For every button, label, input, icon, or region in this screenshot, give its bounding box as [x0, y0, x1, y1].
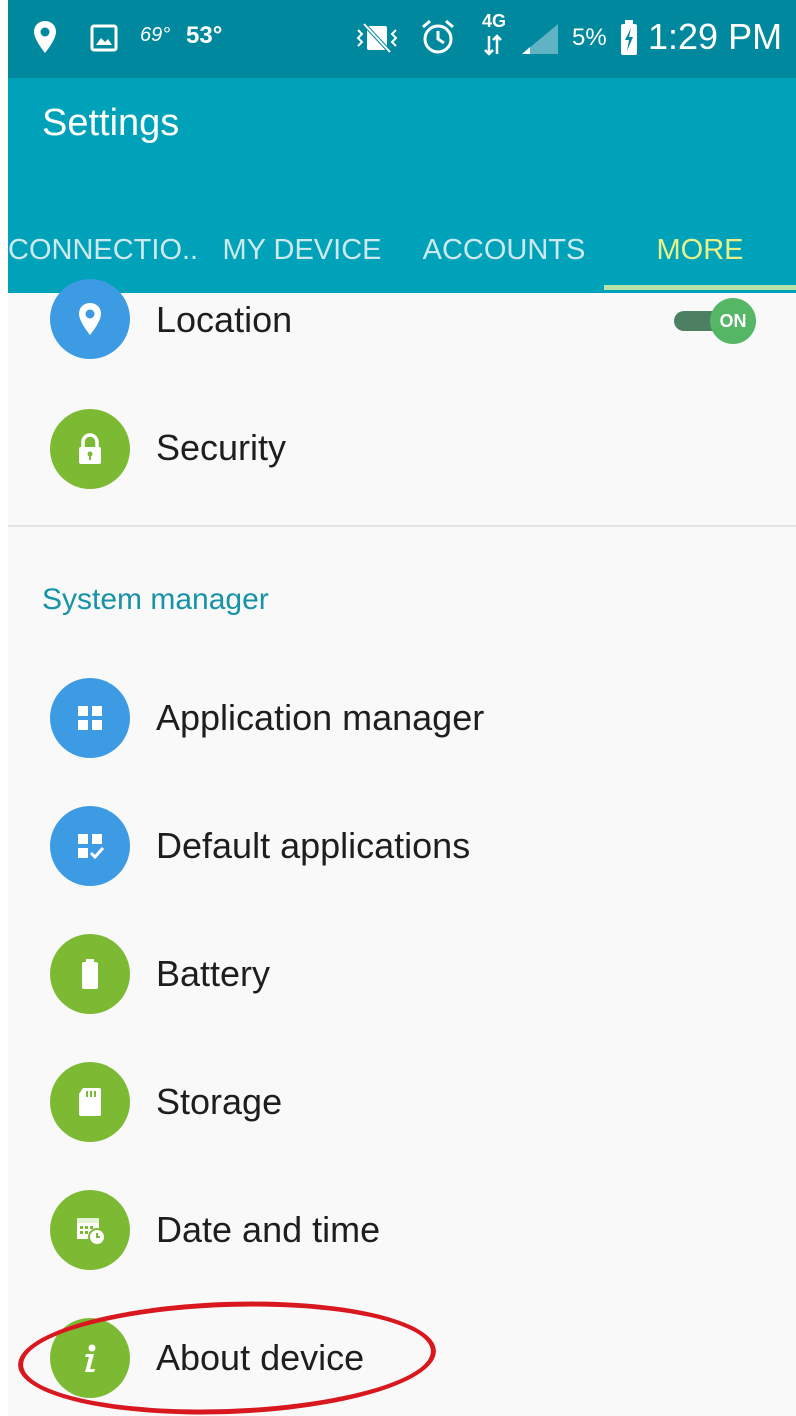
temperature-small: 69° [140, 24, 171, 46]
list-item-date-and-time[interactable]: Date and time [8, 1167, 796, 1295]
network-type: 4G [482, 11, 507, 31]
lock-icon [50, 409, 130, 489]
calendar-clock-icon [50, 1190, 130, 1270]
toggle-knob: ON [710, 298, 756, 344]
list-item-default-applications[interactable]: Default applications [8, 783, 796, 911]
data-arrows-icon [484, 34, 502, 56]
vibrate-mute-icon [354, 20, 400, 56]
list-item-security[interactable]: Security [8, 385, 796, 513]
tab-bar: CONNECTIO.. MY DEVICE ACCOUNTS MORE [8, 208, 796, 293]
app-bar: Settings CONNECTIO.. MY DEVICE ACCOUNTS … [8, 78, 796, 293]
default-applications-label: Default applications [156, 825, 471, 866]
settings-screen: 69° 53° 4G 5% 1:29 PM Settings CONNECTIO… [8, 0, 796, 1416]
app-grid-icon [50, 678, 130, 758]
storage-label: Storage [156, 1081, 283, 1122]
gallery-notification-icon [90, 24, 118, 52]
battery-percent: 5% [572, 24, 607, 51]
battery-icon [50, 934, 130, 1014]
location-pin-icon [50, 279, 130, 359]
tab-my-device[interactable]: MY DEVICE [214, 208, 390, 293]
sd-card-icon [50, 1062, 130, 1142]
status-bar: 69° 53° 4G 5% 1:29 PM [8, 0, 796, 78]
date-and-time-label: Date and time [156, 1209, 381, 1250]
list-item-application-manager[interactable]: Application manager [8, 655, 796, 783]
signal-icon [520, 22, 560, 56]
tab-accounts[interactable]: ACCOUNTS [414, 208, 594, 293]
battery-charging-icon [620, 20, 638, 56]
page-title: Settings [42, 102, 180, 144]
location-status-icon [32, 20, 58, 54]
clock: 1:29 PM [648, 16, 783, 57]
application-manager-label: Application manager [156, 697, 485, 738]
list-item-battery[interactable]: Battery [8, 911, 796, 1039]
battery-label: Battery [156, 953, 271, 994]
location-toggle[interactable]: ON [674, 298, 760, 344]
tab-more[interactable]: MORE [604, 208, 796, 293]
default-apps-icon [50, 806, 130, 886]
temperature: 53° [186, 22, 223, 49]
list-item-storage[interactable]: Storage [8, 1039, 796, 1167]
section-divider [8, 525, 796, 527]
alarm-icon [420, 18, 456, 56]
security-label: Security [156, 427, 287, 468]
section-header-system-manager: System manager [42, 583, 269, 616]
location-label: Location [156, 299, 293, 340]
